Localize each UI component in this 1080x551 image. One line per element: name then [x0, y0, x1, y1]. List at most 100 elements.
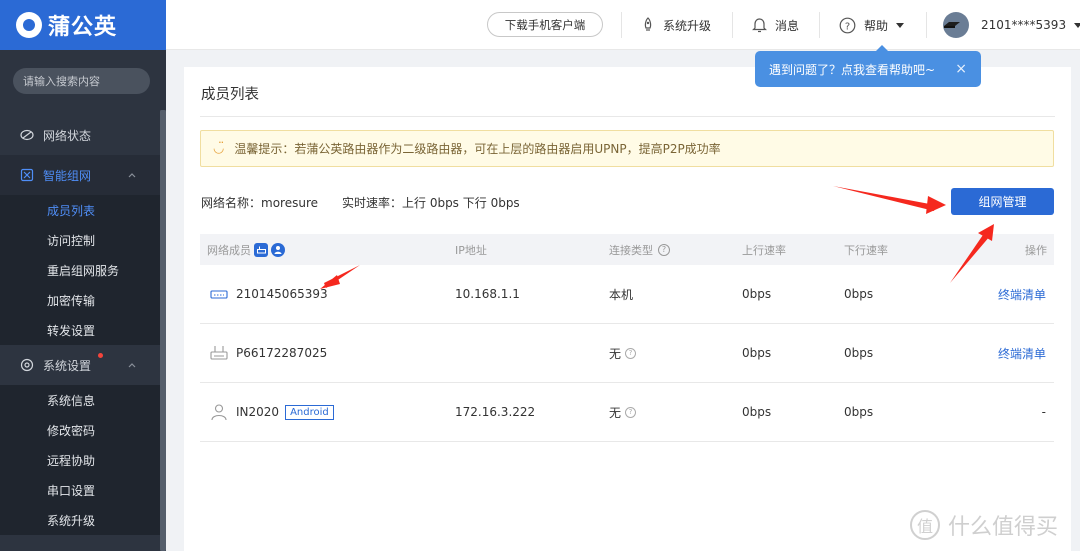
- help-menu[interactable]: ? 帮助: [839, 0, 905, 50]
- realtime-speed: 实时速率：上行 0bps 下行 0bps: [342, 196, 520, 210]
- help-icon: ?: [839, 17, 856, 33]
- column-action: 操作: [1025, 243, 1047, 257]
- account-name: 2101****5393: [981, 18, 1067, 32]
- rocket-icon: [644, 17, 652, 31]
- header-divider: [732, 12, 733, 38]
- user-filter-icon[interactable]: [271, 242, 285, 257]
- messages-label: 消息: [775, 18, 800, 33]
- upload-cell: 0bps: [742, 405, 772, 419]
- table-row: 210145065393 10.168.1.1 本机 0bps 0bps 终端清…: [200, 265, 1054, 324]
- ip-cell: 10.168.1.1: [455, 287, 520, 301]
- column-connection-type: 连接类型 ?: [609, 234, 670, 265]
- watermark-logo-icon: 值: [910, 510, 940, 540]
- logo-icon: [16, 12, 42, 38]
- conn-cell: 无 ?: [609, 383, 637, 441]
- search-input[interactable]: [23, 74, 168, 88]
- ip-cell: 172.16.3.222: [455, 405, 536, 419]
- download-app-button[interactable]: 下载手机客户端: [487, 12, 603, 37]
- network-submenu: 成员列表 访问控制 重启组网服务 加密传输 转发设置: [0, 195, 160, 345]
- router-device-icon: [944, 22, 960, 28]
- title-divider: [200, 116, 1055, 117]
- table-header: 网络成员 IP地址 连接类型 ? 上行速率 下行速率 操作: [200, 234, 1054, 265]
- sidebar-nav: 网络状态 智能组网 成员列表 访问控制 重启组网服务 加密传输 转发设置 系统设…: [0, 115, 160, 535]
- sidebar-item-label: 系统设置: [43, 358, 92, 373]
- conn-cell: 本机: [609, 287, 634, 302]
- messages-button[interactable]: 消息: [752, 0, 799, 50]
- network-management-button[interactable]: 组网管理: [951, 188, 1054, 215]
- member-name: P66172287025: [236, 346, 328, 360]
- member-cell: P66172287025: [210, 324, 327, 382]
- sidebar-item-restart-service[interactable]: 重启组网服务: [0, 255, 160, 285]
- sidebar: 蒲公英 网络状态 智能组网 成员列表 访问控制 重启组网服务 加密传输 转发设置…: [0, 0, 168, 551]
- member-cell: IN2020 Android: [210, 383, 334, 441]
- conn-value: 无: [609, 346, 622, 361]
- sidebar-item-forwarding[interactable]: 转发设置: [0, 315, 160, 345]
- chevron-up-icon: [128, 173, 136, 178]
- notice-banner: ◡̈ 温馨提示：若蒲公英路由器作为二级路由器，可在上层的路由器启用UPNP，提高…: [200, 130, 1054, 167]
- caret-down-icon: [1074, 22, 1080, 28]
- network-name: 网络名称：moresure: [201, 196, 318, 210]
- sidebar-item-system-upgrade[interactable]: 系统升级: [0, 505, 160, 535]
- column-conn-label: 连接类型: [609, 243, 653, 257]
- sidebar-scrollbar[interactable]: [160, 110, 166, 551]
- table-row: IN2020 Android 172.16.3.222 无 ? 0bps 0bp…: [200, 383, 1054, 442]
- smile-icon: ◡̈: [213, 141, 225, 156]
- upload-cell: 0bps: [742, 287, 772, 301]
- system-upgrade-button[interactable]: 系统升级: [641, 0, 711, 50]
- conn-value: 无: [609, 405, 622, 420]
- smart-network-icon: [20, 168, 34, 182]
- sidebar-item-label: 智能组网: [43, 168, 92, 183]
- notice-text: 温馨提示：若蒲公英路由器作为二级路由器，可在上层的路由器启用UPNP，提高P2P…: [234, 142, 721, 156]
- platform-tag: Android: [285, 404, 334, 420]
- system-upgrade-label: 系统升级: [663, 18, 712, 33]
- sidebar-item-remote-assist[interactable]: 远程协助: [0, 445, 160, 475]
- action-cell: -: [1041, 405, 1046, 419]
- sidebar-item-label: 网络状态: [43, 128, 92, 143]
- chevron-up-icon: [128, 363, 136, 368]
- sidebar-item-system-settings[interactable]: 系统设置: [0, 345, 160, 385]
- sidebar-item-smart-network[interactable]: 智能组网: [0, 155, 160, 195]
- tooltip-text: 遇到问题了？点我查看帮助吧~: [769, 62, 936, 77]
- question-icon[interactable]: ?: [658, 243, 670, 256]
- search-box: [13, 68, 168, 94]
- bell-icon: [752, 18, 767, 33]
- avatar: [943, 12, 969, 38]
- logo[interactable]: 蒲公英: [0, 0, 166, 50]
- account-menu[interactable]: 2101****5393: [943, 0, 1080, 50]
- settings-icon: [20, 358, 34, 372]
- column-upload-speed: 上行速率: [742, 243, 786, 257]
- help-tooltip[interactable]: 遇到问题了？点我查看帮助吧~ ×: [755, 45, 981, 87]
- sidebar-item-serial-settings[interactable]: 串口设置: [0, 475, 160, 505]
- settings-submenu: 系统信息 修改密码 远程协助 串口设置 系统升级: [0, 385, 160, 535]
- question-icon[interactable]: ?: [625, 347, 637, 359]
- router-icon: [210, 290, 228, 299]
- network-status-icon: [20, 129, 34, 141]
- network-info: 网络名称：moresure 实时速率：上行 0bps 下行 0bps: [201, 194, 520, 211]
- top-header: 下载手机客户端 系统升级 消息 ? 帮助 2101****5393: [166, 0, 1080, 50]
- sidebar-item-network-status[interactable]: 网络状态: [0, 115, 160, 155]
- watermark-text: 什么值得买: [948, 515, 1059, 540]
- user-icon: [211, 404, 227, 421]
- sidebar-item-system-info[interactable]: 系统信息: [0, 385, 160, 415]
- sidebar-item-member-list[interactable]: 成员列表: [0, 195, 160, 225]
- page-title: 成员列表: [201, 87, 259, 103]
- terminal-list-link[interactable]: 终端清单: [998, 324, 1046, 382]
- close-icon[interactable]: ×: [955, 61, 967, 77]
- brand-name: 蒲公英: [48, 15, 118, 40]
- scrollbar-thumb[interactable]: [160, 110, 166, 551]
- table-row: P66172287025 无 ? 0bps 0bps 终端清单: [200, 324, 1054, 383]
- question-icon[interactable]: ?: [625, 406, 637, 418]
- column-ip: IP地址: [455, 243, 487, 257]
- svg-text:?: ?: [845, 21, 850, 32]
- column-member: 网络成员: [207, 234, 285, 265]
- sidebar-item-change-password[interactable]: 修改密码: [0, 415, 160, 445]
- header-divider: [926, 12, 927, 38]
- terminal-list-link[interactable]: 终端清单: [998, 265, 1046, 323]
- caret-down-icon: [896, 22, 905, 28]
- sidebar-item-encryption[interactable]: 加密传输: [0, 285, 160, 315]
- router-filter-icon[interactable]: [254, 242, 268, 257]
- sidebar-item-access-control[interactable]: 访问控制: [0, 225, 160, 255]
- conn-cell: 无 ?: [609, 324, 637, 382]
- member-name: 210145065393: [236, 287, 328, 301]
- member-cell: 210145065393: [210, 265, 328, 323]
